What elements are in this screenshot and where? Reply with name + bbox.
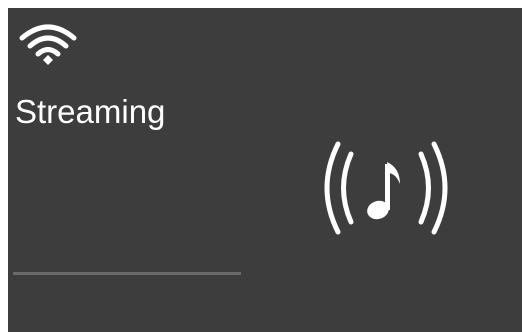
streaming-screen: Streaming — [8, 8, 522, 332]
wifi-icon — [19, 24, 77, 65]
progress-fill — [13, 272, 241, 275]
music-note-icon — [367, 162, 400, 220]
page-title: Streaming — [15, 93, 166, 130]
progress-bar — [13, 272, 241, 275]
music-stream-icon — [324, 141, 448, 235]
